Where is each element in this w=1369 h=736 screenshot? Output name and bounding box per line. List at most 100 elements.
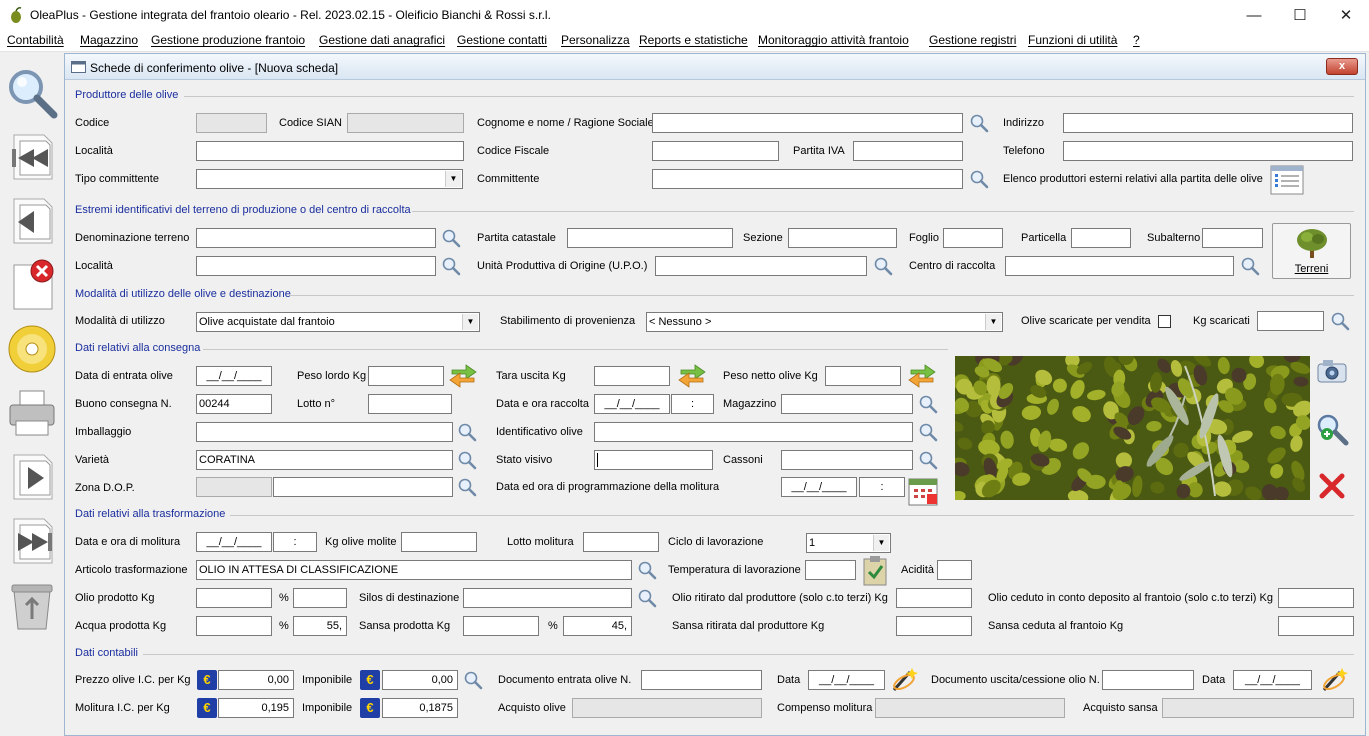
peso-netto-field[interactable] [825, 366, 901, 386]
olive-scaricate-checkbox[interactable] [1158, 315, 1171, 328]
child-close-button[interactable]: x [1326, 58, 1358, 75]
menu-gestione-registri[interactable]: Gestione registri [929, 33, 1016, 47]
kg-molite-field[interactable] [401, 532, 477, 552]
sezione-field[interactable] [788, 228, 897, 248]
temperatura-field[interactable] [805, 560, 856, 580]
telefono-field[interactable] [1063, 141, 1353, 161]
delete-icon[interactable] [4, 257, 60, 313]
lotto-field[interactable] [368, 394, 452, 414]
search-icon[interactable] [917, 449, 939, 471]
menu-gestione-anagrafici[interactable]: Gestione dati anagrafici [319, 33, 445, 47]
euro-icon[interactable]: € [197, 698, 217, 718]
menu-contabilita[interactable]: Contabilità [7, 33, 64, 47]
thermometer-clipboard-icon[interactable] [861, 555, 891, 587]
search-icon[interactable] [1239, 255, 1261, 277]
upo-field[interactable] [655, 256, 867, 276]
search-icon[interactable] [872, 255, 894, 277]
peso-lordo-field[interactable] [368, 366, 444, 386]
menu-monitoraggio[interactable]: Monitoraggio attività frantoio [758, 33, 909, 47]
acqua-pct-field[interactable]: 55, [293, 616, 347, 636]
codice-sian-field[interactable] [347, 113, 464, 133]
euro-icon[interactable]: € [360, 670, 380, 690]
acquisto-olive-field[interactable] [572, 698, 762, 718]
stabilimento-select[interactable]: < Nessuno > ▼ [646, 312, 1003, 332]
search-icon[interactable] [456, 449, 478, 471]
menu-gestione-produzione[interactable]: Gestione produzione frantoio [151, 33, 305, 47]
search-icon[interactable] [456, 476, 478, 498]
zoom-add-icon[interactable] [1315, 412, 1349, 446]
next-icon[interactable] [4, 449, 60, 505]
imponibile-2-field[interactable]: 0,1875 [382, 698, 458, 718]
menu-help[interactable]: ? [1133, 33, 1140, 47]
search-icon[interactable] [968, 112, 990, 134]
partita-iva-field[interactable] [853, 141, 963, 161]
sansa-ceduta-field[interactable] [1278, 616, 1354, 636]
centro-raccolta-field[interactable] [1005, 256, 1234, 276]
print-icon[interactable] [4, 385, 60, 441]
menu-personalizza[interactable]: Personalizza [561, 33, 630, 47]
swap-arrows-icon[interactable] [675, 361, 709, 391]
data-doc-entrata-field[interactable]: __/__/____ [808, 670, 885, 690]
tipo-committente-select[interactable]: ▼ [196, 169, 463, 189]
codice-fiscale-field[interactable] [652, 141, 779, 161]
euro-icon[interactable]: € [197, 670, 217, 690]
sansa-ritirata-field[interactable] [896, 616, 972, 636]
data-molitura-field[interactable]: __/__/____ [196, 532, 272, 552]
modalita-utilizzo-select[interactable]: Olive acquistate dal frantoio ▼ [196, 312, 480, 332]
calendar-icon[interactable] [907, 475, 941, 507]
silos-field[interactable] [463, 588, 632, 608]
data-doc-uscita-field[interactable]: __/__/____ [1233, 670, 1312, 690]
euro-icon[interactable]: € [360, 698, 380, 718]
olio-ritirato-field[interactable] [896, 588, 972, 608]
prezzo-olive-field[interactable]: 0,00 [218, 670, 294, 690]
committente-field[interactable] [652, 169, 963, 189]
stato-visivo-field[interactable] [594, 450, 713, 470]
partita-catastale-field[interactable] [567, 228, 733, 248]
data-programmazione-field[interactable]: __/__/____ [781, 477, 857, 497]
menu-reports[interactable]: Reports e statistiche [639, 33, 748, 47]
doc-entrata-field[interactable] [641, 670, 762, 690]
search-icon[interactable] [917, 421, 939, 443]
acquisto-sansa-field[interactable] [1162, 698, 1354, 718]
recycle-bin-icon[interactable] [4, 577, 60, 633]
foglio-field[interactable] [943, 228, 1003, 248]
close-button[interactable]: ✕ [1323, 0, 1369, 30]
maximize-button[interactable]: ☐ [1277, 0, 1323, 30]
search-icon[interactable] [968, 168, 990, 190]
swap-arrows-icon[interactable] [905, 361, 939, 391]
ora-programmazione-field[interactable]: : [859, 477, 905, 497]
search-icon[interactable] [456, 421, 478, 443]
lotto-molitura-field[interactable] [583, 532, 659, 552]
zona-dop-field[interactable] [273, 477, 453, 497]
codice-field[interactable] [196, 113, 267, 133]
ciclo-select[interactable]: 1 ▼ [806, 533, 891, 553]
data-entrata-field[interactable]: __/__/____ [196, 366, 272, 386]
search-icon[interactable] [636, 559, 658, 581]
identificativo-field[interactable] [594, 422, 913, 442]
sansa-pct-field[interactable]: 45, [563, 616, 632, 636]
olio-prodotto-field[interactable] [196, 588, 272, 608]
fast-forward-icon[interactable] [4, 513, 60, 569]
menu-funzioni-utilita[interactable]: Funzioni di utilità [1028, 33, 1117, 47]
remove-x-icon[interactable] [1318, 472, 1346, 500]
zona-dop-code-field[interactable] [196, 477, 272, 497]
previous-icon[interactable] [4, 193, 60, 249]
search-icon[interactable] [440, 255, 462, 277]
minimize-button[interactable]: — [1231, 0, 1277, 30]
doc-uscita-field[interactable] [1102, 670, 1194, 690]
search-icon[interactable] [917, 393, 939, 415]
search-icon[interactable] [462, 669, 484, 691]
cassoni-field[interactable] [781, 450, 913, 470]
buono-consegna-field[interactable]: 00244 [196, 394, 272, 414]
rewind-icon[interactable] [4, 129, 60, 185]
menu-magazzino[interactable]: Magazzino [80, 33, 138, 47]
sansa-prodotta-field[interactable] [463, 616, 539, 636]
magic-wand-icon[interactable] [1318, 664, 1350, 696]
indirizzo-field[interactable] [1063, 113, 1353, 133]
search-icon[interactable] [636, 587, 658, 609]
data-raccolta-field[interactable]: __/__/____ [594, 394, 670, 414]
particella-field[interactable] [1071, 228, 1131, 248]
cognome-field[interactable] [652, 113, 963, 133]
subalterno-field[interactable] [1202, 228, 1263, 248]
ora-molitura-field[interactable]: : [273, 532, 317, 552]
